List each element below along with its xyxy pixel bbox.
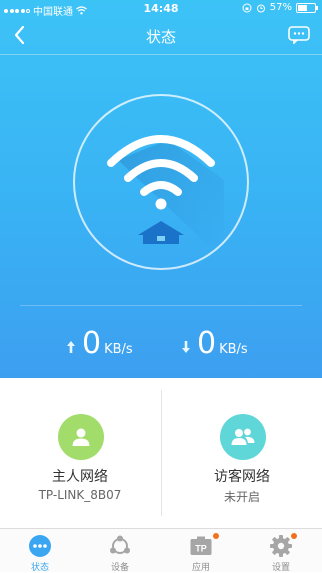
system-status-bar: 中国联通 14:48 57% [0,0,322,18]
router-wifi-icon [107,135,224,245]
chat-bubble-icon[interactable] [288,26,310,44]
battery-level-fill [298,4,308,11]
arrow-down-icon [182,341,190,353]
host-network-avatar [58,414,104,460]
status-right-group: 57% [242,2,318,13]
guest-network-title: 访客网络 [214,469,270,485]
navbar-divider [0,54,322,55]
svg-text:TP: TP [195,544,207,554]
tab-status-label: 状态 [30,563,49,573]
tab-apps-label: 应用 [191,563,210,573]
orientation-lock-icon [242,3,252,12]
upload-speed: 0 KB/s [66,323,133,359]
download-speed-unit: KB/s [219,342,248,357]
gear-icon [270,535,292,557]
status-dots-icon [29,535,51,557]
navigation-bar: 状态 [0,18,322,54]
host-network-ssid: TP-LINK_8B07 [38,488,122,502]
guest-network-card[interactable]: 访客网络 未开启 [162,378,322,528]
battery-percent: 57% [269,2,292,13]
download-speed: 0 KB/s [181,323,248,359]
tab-apps-badge [213,533,219,539]
speed-divider [20,305,302,306]
apps-icon: TP [190,536,212,555]
upload-speed-unit: KB/s [104,342,133,357]
tab-status[interactable]: 状态 [0,529,80,573]
tab-settings-label: 设置 [271,563,290,573]
host-network-title: 主人网络 [52,469,108,485]
tab-settings-badge [291,533,297,539]
battery-icon [296,2,318,13]
bottom-tab-bar: 状态 设备 TP 应用 设置 [0,528,322,573]
tab-devices[interactable]: 设备 [80,529,160,573]
person-icon [72,428,90,446]
tab-devices-label: 设备 [110,563,129,573]
guest-network-status: 未开启 [223,490,260,504]
status-header: 中国联通 14:48 57% 状态 0 KB/s 0 KB/s [0,0,322,378]
download-speed-value: 0 [197,326,217,361]
tab-settings[interactable]: 设置 [241,529,321,573]
page-title: 状态 [145,28,176,46]
devices-icon [110,535,130,554]
people-icon [231,428,255,445]
upload-speed-value: 0 [82,326,102,361]
network-cards: 主人网络 TP-LINK_8B07 访客网络 未开启 [0,378,322,528]
arrow-up-icon [67,341,75,353]
tab-apps[interactable]: TP 应用 [161,529,241,573]
alarm-icon [256,4,265,12]
host-network-card[interactable]: 主人网络 TP-LINK_8B07 [0,378,160,528]
guest-network-avatar [220,414,266,460]
